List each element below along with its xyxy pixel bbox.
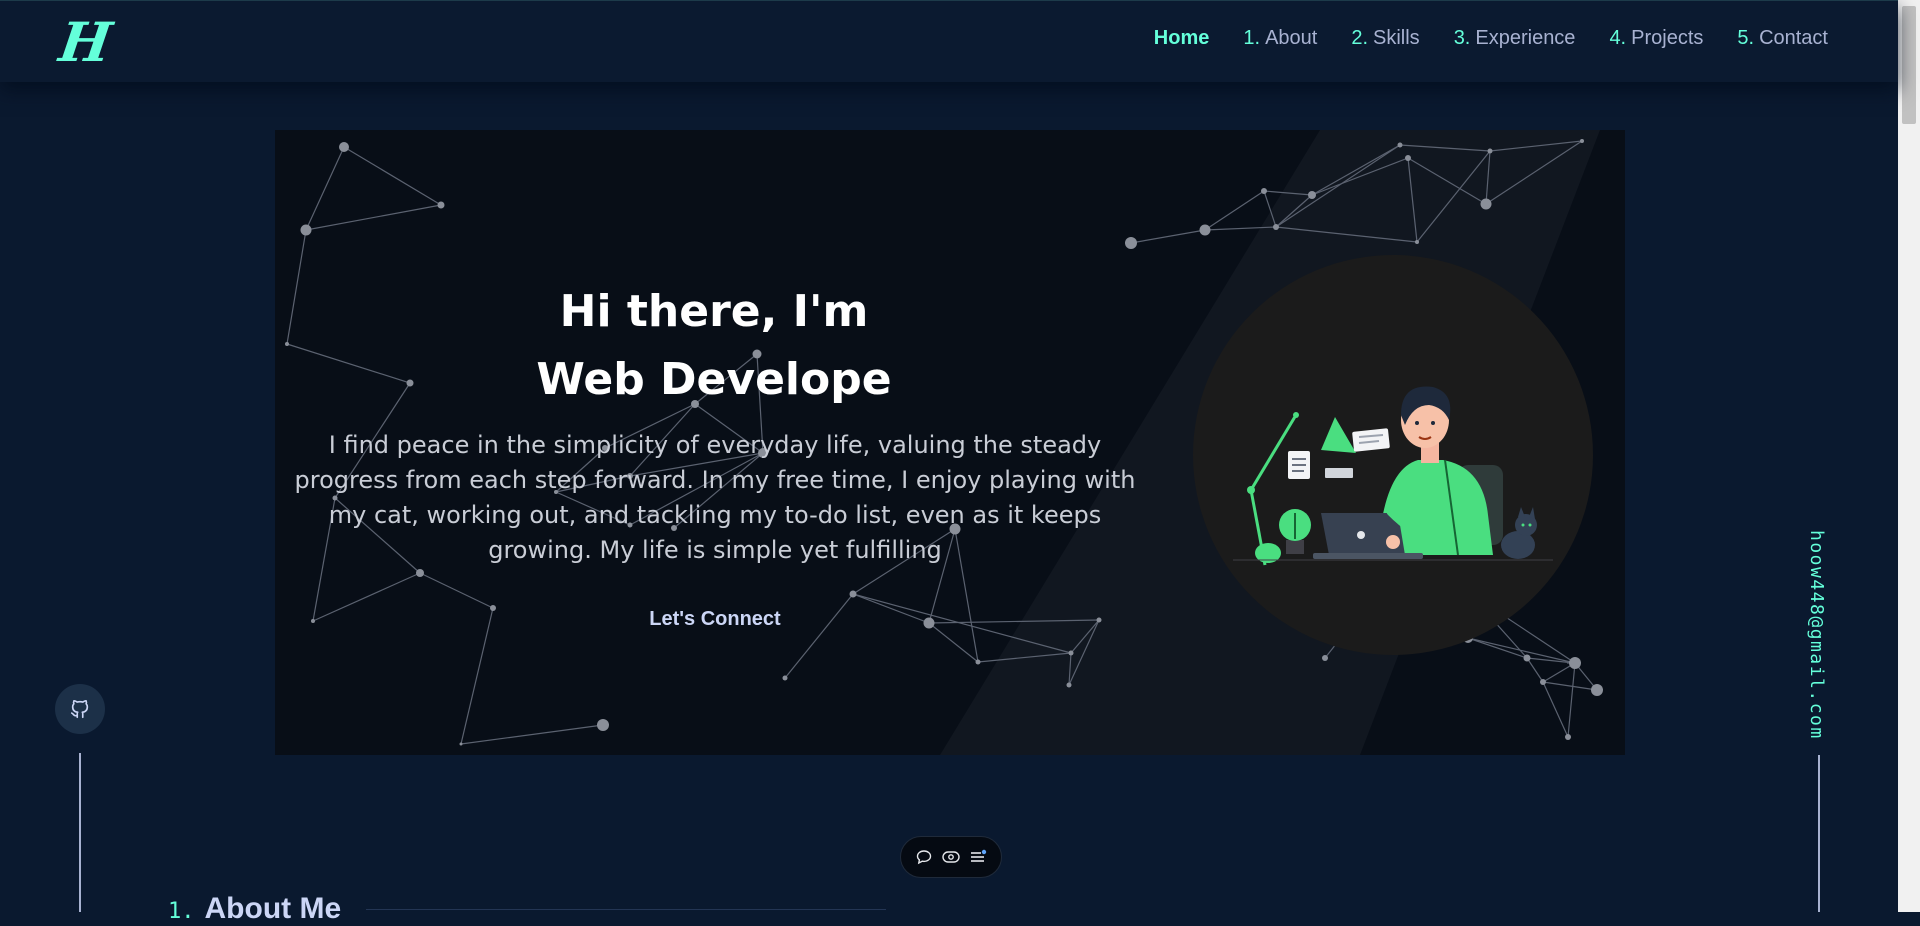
nav-home-label: Home — [1153, 27, 1210, 49]
page-scrollbar[interactable] — [1898, 0, 1920, 912]
logo[interactable]: H — [56, 10, 116, 74]
github-link[interactable] — [55, 684, 105, 734]
hero-title: Hi there, I'm Web Develope — [275, 278, 1153, 414]
left-vertical-line — [79, 753, 81, 912]
nav-contact-num: 5. — [1737, 27, 1755, 49]
about-heading-rule — [366, 909, 886, 910]
nav-about-num: 1. — [1243, 27, 1261, 49]
nav-experience[interactable]: 3. Experience — [1454, 27, 1576, 50]
nav-experience-label: Experience — [1475, 27, 1576, 49]
nav-skills[interactable]: 2. Skills — [1351, 27, 1419, 50]
main-nav: Home 1. About 2. Skills 3. Experience 4. Pro… — [1154, 27, 1828, 50]
about-title: About Me — [204, 892, 342, 925]
lets-connect-button[interactable]: Let's Connect — [615, 600, 815, 638]
nav-contact-label: Contact — [1759, 27, 1828, 49]
nav-experience-num: 3. — [1453, 27, 1471, 49]
chat-bubble-icon[interactable] — [915, 848, 933, 866]
list-menu-icon[interactable] — [969, 848, 987, 866]
github-icon — [70, 699, 89, 719]
nav-about[interactable]: 1. About — [1243, 27, 1317, 50]
nav-skills-num: 2. — [1351, 27, 1369, 49]
hero-section: Hi there, I'm Web Develope I find peace … — [275, 130, 1625, 755]
hero-title-line1: Hi there, I'm — [559, 286, 869, 337]
hero-description: I find peace in the simplicity of everyd… — [294, 431, 1136, 564]
nav-contact[interactable]: 5. Contact — [1737, 27, 1828, 50]
scrollbar-thumb[interactable] — [1902, 6, 1916, 124]
floating-toolbar — [900, 836, 1002, 878]
nav-projects-label: Projects — [1631, 27, 1704, 49]
developer-illustration — [1193, 255, 1593, 655]
email-link[interactable]: hoow448@gmail.com — [1806, 530, 1827, 740]
site-header: H Home 1. About 2. Skills 3. Experience 4. P… — [0, 0, 1898, 82]
nav-about-label: About — [1265, 27, 1318, 49]
developer-at-laptop-illustration — [1233, 386, 1553, 566]
nav-skills-label: Skills — [1373, 27, 1420, 49]
eye-icon[interactable] — [942, 848, 960, 866]
hero-title-line2: Web Develope — [536, 354, 892, 405]
about-heading: 1. About Me — [168, 892, 341, 926]
right-vertical-line — [1818, 755, 1820, 912]
nav-home[interactable]: Home — [1154, 27, 1210, 50]
nav-projects-num: 4. — [1609, 27, 1627, 49]
nav-projects[interactable]: 4. Projects — [1609, 27, 1703, 50]
